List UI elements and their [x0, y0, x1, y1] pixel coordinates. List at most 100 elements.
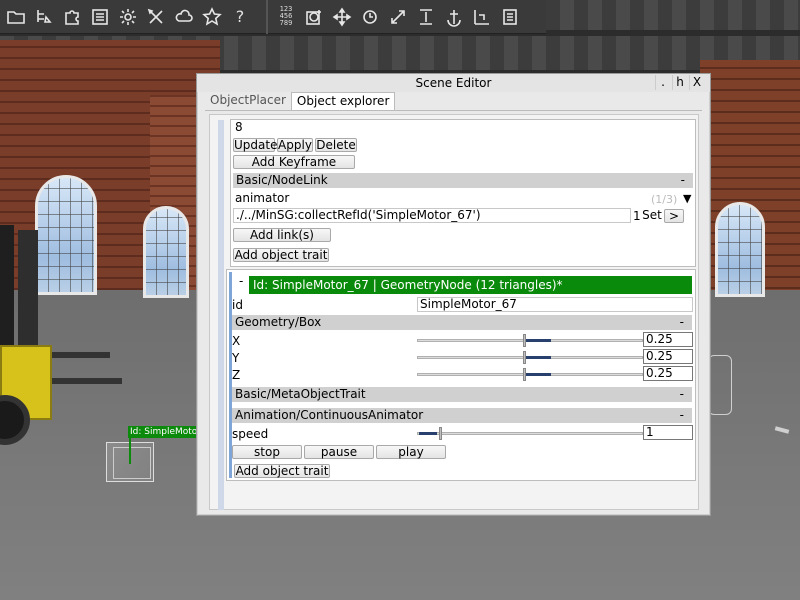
dropdown-arrow-icon[interactable]: ▼	[683, 192, 691, 205]
gear-icon[interactable]	[115, 4, 141, 30]
window-close-button[interactable]: X	[689, 75, 704, 90]
move-icon[interactable]	[329, 4, 355, 30]
scene-editor-window: Scene Editor . h X ObjectPlacer Object e…	[196, 73, 711, 516]
scene-object-right[interactable]	[708, 355, 732, 415]
nodelink-section-header[interactable]: Basic/NodeLink -	[233, 173, 693, 188]
animator-collapse-toggle[interactable]: -	[680, 408, 684, 423]
node-header[interactable]: Id: SimpleMotor_67 | GeometryNode (12 tr…	[249, 276, 692, 294]
align-icon[interactable]	[413, 4, 439, 30]
node-collapse-toggle[interactable]: -	[239, 274, 243, 288]
notes-icon[interactable]	[497, 4, 523, 30]
tab-divider	[205, 110, 702, 111]
meta-collapse-toggle[interactable]: -	[680, 387, 684, 402]
arched-window	[143, 206, 189, 298]
x-value-field[interactable]: 0.25	[643, 332, 693, 347]
help-icon[interactable]: ?	[227, 4, 253, 30]
geometry-box-section-header[interactable]: Geometry/Box -	[232, 315, 692, 330]
forklift-fork	[50, 352, 110, 358]
x-slider[interactable]	[417, 333, 643, 348]
slider-fill	[525, 356, 551, 359]
link-type-value: animator	[235, 192, 290, 205]
stop-button[interactable]: stop	[232, 445, 302, 459]
speed-label: speed	[232, 427, 269, 441]
puzzle-icon[interactable]	[59, 4, 85, 30]
slider-knob[interactable]	[523, 351, 526, 364]
add-keyframe-button[interactable]: Add Keyframe	[233, 155, 355, 169]
window-title: Scene Editor	[415, 76, 492, 90]
tree-nodes-icon[interactable]	[31, 4, 57, 30]
link-counter: (1/3)	[651, 193, 678, 206]
slider-knob[interactable]	[439, 427, 442, 440]
list-icon[interactable]	[87, 4, 113, 30]
tab-objectplacer[interactable]: ObjectPlacer	[205, 92, 291, 111]
window-controls: . h X	[655, 75, 704, 90]
scale-icon[interactable]	[385, 4, 411, 30]
y-slider[interactable]	[417, 350, 643, 365]
star-icon[interactable]	[199, 4, 225, 30]
tab-object-explorer[interactable]: Object explorer	[290, 92, 396, 111]
snap-icon[interactable]	[301, 4, 327, 30]
delete-button[interactable]: Delete	[315, 138, 357, 152]
slider-fill	[525, 339, 551, 342]
window-hide-button[interactable]: h	[672, 75, 687, 90]
add-object-trait-button[interactable]: Add object trait	[234, 464, 330, 478]
grid-digits-label: 123 456 789	[279, 5, 293, 27]
geometry-box-section-label: Geometry/Box	[235, 315, 322, 329]
window-dot-button[interactable]: .	[655, 75, 670, 90]
anchor-icon[interactable]	[441, 4, 467, 30]
geometry-collapse-toggle[interactable]: -	[680, 315, 684, 330]
speed-slider[interactable]	[417, 426, 643, 441]
link-path-field[interactable]: ./../MinSG:collectRefId('SimpleMotor_67'…	[233, 208, 631, 223]
nodelink-collapse-toggle[interactable]: -	[681, 173, 685, 188]
slider-knob[interactable]	[523, 334, 526, 347]
continuous-animator-label: Animation/ContinuousAnimator	[235, 408, 424, 422]
arched-window	[35, 175, 97, 295]
keyframe-value-field[interactable]: 8	[233, 121, 693, 136]
tab-bar: ObjectPlacer Object explorer	[205, 92, 396, 111]
link-index: 1	[633, 209, 641, 223]
object-explorer-panel: 8 Update Apply Delete Add Keyframe Basic…	[209, 114, 699, 510]
id-field[interactable]: SimpleMotor_67	[417, 297, 693, 312]
update-button[interactable]: Update	[233, 138, 277, 152]
set-button[interactable]: Set	[642, 209, 662, 223]
slider-fill	[419, 432, 437, 435]
forklift-mast	[18, 230, 38, 350]
link-type-dropdown[interactable]: animator	[233, 192, 685, 207]
slider-fill	[525, 373, 551, 376]
apply-button[interactable]: Apply	[277, 138, 313, 152]
rotate-icon[interactable]	[357, 4, 383, 30]
y-value-field[interactable]: 0.25	[643, 349, 693, 364]
speed-value-field[interactable]: 1	[643, 425, 693, 440]
slider-knob[interactable]	[523, 368, 526, 381]
grid-digits-icon[interactable]: 123 456 789	[273, 4, 299, 30]
tools-icon[interactable]	[143, 4, 169, 30]
folder-icon[interactable]	[3, 4, 29, 30]
continuous-animator-section-header[interactable]: Animation/ContinuousAnimator -	[232, 408, 692, 423]
help-label: ?	[235, 6, 245, 26]
pause-button[interactable]: pause	[304, 445, 374, 459]
x-label: X	[232, 334, 241, 348]
measure-icon[interactable]	[469, 4, 495, 30]
y-label: Y	[232, 351, 240, 365]
z-slider[interactable]	[417, 367, 643, 382]
node-content: - Id: SimpleMotor_67 | GeometryNode (12 …	[229, 272, 693, 478]
cloud-icon[interactable]	[171, 4, 197, 30]
meta-object-trait-label: Basic/MetaObjectTrait	[235, 387, 366, 401]
forklift-fork	[50, 378, 122, 384]
geometry-node-box: - Id: SimpleMotor_67 | GeometryNode (12 …	[226, 269, 696, 481]
toolbar-group-main: ?	[0, 0, 256, 34]
keyframe-trait-box: 8 Update Apply Delete Add Keyframe Basic…	[230, 119, 696, 267]
add-object-trait-button[interactable]: Add object trait	[233, 248, 329, 262]
main-toolbar: ? 123 456 789	[0, 0, 546, 34]
goto-link-button[interactable]: >	[664, 209, 684, 223]
vertical-scrollbar[interactable]	[218, 120, 224, 510]
meta-object-trait-section-header[interactable]: Basic/MetaObjectTrait -	[232, 387, 692, 402]
object-label-stem	[129, 438, 131, 464]
z-label: Z	[232, 368, 241, 382]
nodelink-section-label: Basic/NodeLink	[236, 173, 328, 187]
play-button[interactable]: play	[376, 445, 446, 459]
arched-window	[715, 202, 765, 297]
z-value-field[interactable]: 0.25	[643, 366, 693, 381]
window-titlebar[interactable]: Scene Editor . h X	[197, 74, 710, 92]
add-links-button[interactable]: Add link(s)	[233, 228, 331, 242]
